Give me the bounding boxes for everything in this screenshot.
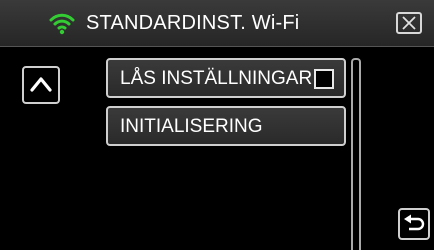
back-button[interactable] xyxy=(398,208,430,240)
lock-settings-label: LÅS INSTÄLLNINGAR xyxy=(120,68,313,89)
scroll-up-button[interactable] xyxy=(22,66,60,104)
close-button[interactable] xyxy=(396,12,422,34)
lock-settings-button[interactable]: LÅS INSTÄLLNINGAR xyxy=(106,58,346,98)
initialize-label: INITIALISERING xyxy=(120,116,263,137)
title-bar: STANDARDINST. Wi-Fi xyxy=(0,0,434,47)
close-icon xyxy=(402,16,416,30)
wifi-settings-screen: STANDARDINST. Wi-Fi LÅS INSTÄLLNINGAR IN… xyxy=(0,0,434,250)
chevron-up-icon xyxy=(30,77,52,92)
return-arrow-icon xyxy=(404,214,425,231)
page-title: STANDARDINST. Wi-Fi xyxy=(86,12,300,34)
scrollbar[interactable] xyxy=(351,58,361,250)
lock-settings-checkbox[interactable] xyxy=(314,69,334,89)
initialize-button[interactable]: INITIALISERING xyxy=(106,106,346,146)
wifi-icon xyxy=(49,11,75,35)
